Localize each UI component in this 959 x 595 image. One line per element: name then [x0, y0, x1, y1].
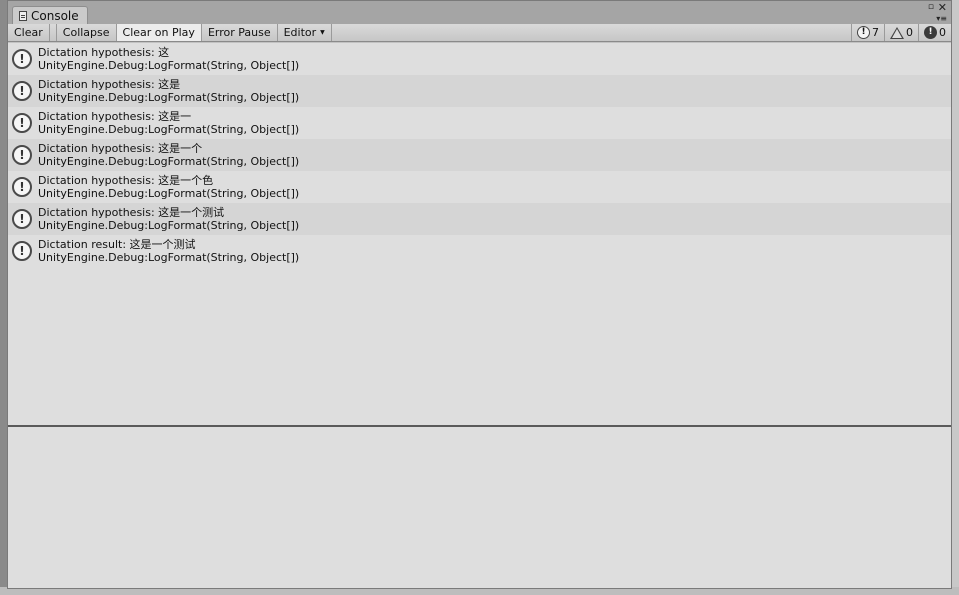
log-entry[interactable]: ! Dictation hypothesis: 这 UnityEngine.De…	[8, 43, 951, 75]
error-count-toggle[interactable]: ! 0	[918, 24, 951, 41]
log-entry[interactable]: ! Dictation hypothesis: 这是一个测试 UnityEngi…	[8, 203, 951, 235]
info-count-toggle[interactable]: ! 7	[851, 24, 884, 41]
log-stack: UnityEngine.Debug:LogFormat(String, Obje…	[38, 251, 300, 264]
log-entry-text: Dictation hypothesis: 这是一个 UnityEngine.D…	[38, 142, 299, 168]
log-entry[interactable]: ! Dictation hypothesis: 这是 UnityEngine.D…	[8, 75, 951, 107]
log-message: Dictation result: 这是一个测试	[38, 238, 196, 251]
info-icon: !	[857, 26, 870, 39]
console-doc-icon	[19, 10, 27, 21]
error-pause-button[interactable]: Error Pause	[202, 24, 278, 41]
log-message: Dictation hypothesis: 这是一	[38, 110, 192, 123]
info-icon: !	[12, 241, 32, 261]
info-icon: !	[12, 145, 32, 165]
log-stack: UnityEngine.Debug:LogFormat(String, Obje…	[38, 59, 300, 72]
log-entry-text: Dictation hypothesis: 这 UnityEngine.Debu…	[38, 46, 299, 72]
log-message: Dictation hypothesis: 这是一个	[38, 142, 203, 155]
console-window: Console ▫ ✕ ▾≡ Clear Collapse Clear on P…	[7, 0, 952, 589]
info-icon: !	[12, 81, 32, 101]
log-message: Dictation hypothesis: 这	[38, 46, 170, 59]
log-entry-text: Dictation hypothesis: 这是一个色 UnityEngine.…	[38, 174, 299, 200]
log-entry-text: Dictation hypothesis: 这是一个测试 UnityEngine…	[38, 206, 299, 232]
tab-console[interactable]: Console	[12, 6, 88, 24]
window-tab-bar: Console ▫ ✕ ▾≡	[8, 1, 951, 24]
background-editor-right	[951, 0, 959, 595]
log-stack: UnityEngine.Debug:LogFormat(String, Obje…	[38, 91, 300, 104]
maximize-icon[interactable]: ▫	[928, 3, 934, 12]
window-menu-icon[interactable]: ▾≡	[936, 14, 947, 23]
log-stack: UnityEngine.Debug:LogFormat(String, Obje…	[38, 187, 300, 200]
info-icon: !	[12, 209, 32, 229]
tab-console-label: Console	[31, 8, 79, 23]
info-icon: !	[12, 177, 32, 197]
clear-on-play-button[interactable]: Clear on Play	[116, 24, 202, 41]
info-count: 7	[872, 26, 879, 39]
error-icon: !	[924, 26, 937, 39]
console-toolbar: Clear Collapse Clear on Play Error Pause…	[8, 24, 951, 42]
error-count: 0	[939, 26, 946, 39]
log-stack: UnityEngine.Debug:LogFormat(String, Obje…	[38, 123, 300, 136]
close-icon[interactable]: ✕	[938, 2, 947, 13]
log-entry[interactable]: ! Dictation hypothesis: 这是一个 UnityEngine…	[8, 139, 951, 171]
collapse-button[interactable]: Collapse	[57, 24, 117, 41]
log-detail-pane	[8, 427, 951, 588]
chevron-down-icon: ▼	[320, 29, 325, 36]
log-stack: UnityEngine.Debug:LogFormat(String, Obje…	[38, 155, 300, 168]
log-message: Dictation hypothesis: 这是一个色	[38, 174, 214, 187]
log-entry[interactable]: ! Dictation result: 这是一个测试 UnityEngine.D…	[8, 235, 951, 267]
toolbar-divider	[50, 24, 57, 41]
info-icon: !	[12, 49, 32, 69]
warning-count-toggle[interactable]: 0	[884, 24, 918, 41]
editor-dropdown[interactable]: Editor ▼	[278, 24, 332, 41]
log-message: Dictation hypothesis: 这是一个测试	[38, 206, 225, 219]
editor-dropdown-label: Editor	[283, 26, 317, 39]
log-message: Dictation hypothesis: 这是	[38, 78, 181, 91]
info-icon: !	[12, 113, 32, 133]
clear-button[interactable]: Clear	[8, 24, 50, 41]
log-entry-text: Dictation hypothesis: 这是一 UnityEngine.De…	[38, 110, 299, 136]
log-entry-text: Dictation hypothesis: 这是 UnityEngine.Deb…	[38, 78, 299, 104]
log-stack: UnityEngine.Debug:LogFormat(String, Obje…	[38, 219, 300, 232]
warning-icon	[890, 26, 904, 39]
warning-count: 0	[906, 26, 913, 39]
log-list: ! Dictation hypothesis: 这 UnityEngine.De…	[8, 43, 951, 425]
log-entry[interactable]: ! Dictation hypothesis: 这是一 UnityEngine.…	[8, 107, 951, 139]
log-entry-text: Dictation result: 这是一个测试 UnityEngine.Deb…	[38, 238, 299, 264]
log-entry[interactable]: ! Dictation hypothesis: 这是一个色 UnityEngin…	[8, 171, 951, 203]
